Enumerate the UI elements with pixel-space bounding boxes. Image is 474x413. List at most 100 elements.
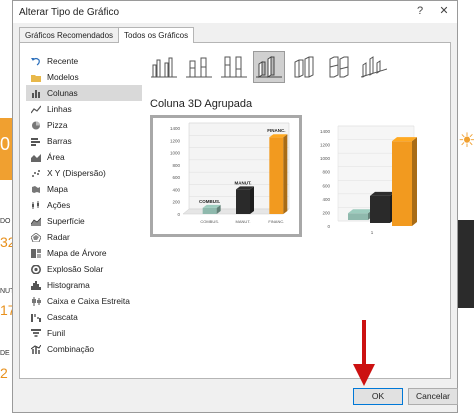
map-chart-icon <box>30 184 41 194</box>
background-tag: DO <box>0 218 11 225</box>
chart-type-label: Barras <box>47 136 72 146</box>
tab-all-charts[interactable]: Todos os Gráficos <box>118 27 195 43</box>
chart-type-item-combinacao[interactable]: Combinação <box>26 341 142 357</box>
background-digit: 0 <box>0 134 11 154</box>
subtype-stacked-column[interactable] <box>183 51 215 83</box>
bar-side <box>412 137 417 226</box>
chart-type-item-radar[interactable]: Radar <box>26 229 142 245</box>
chart-type-label: X Y (Dispersão) <box>47 168 106 178</box>
bar <box>370 195 390 223</box>
sun-icon: ☀ <box>458 130 474 152</box>
chart-type-item-linhas[interactable]: Linhas <box>26 101 142 117</box>
chart-type-item-recente[interactable]: Recente <box>26 53 142 69</box>
y-tick-label: 1400 <box>170 126 181 131</box>
chart-type-item-colunas[interactable]: Colunas <box>26 85 142 101</box>
y-tick-label: 600 <box>172 175 180 180</box>
chart-type-item-mapa-de-arvore[interactable]: Mapa de Árvore <box>26 245 142 261</box>
y-tick-label: 200 <box>172 200 180 205</box>
y-tick-label: 1200 <box>170 138 181 143</box>
3d-full-stacked-column-icon <box>329 56 349 78</box>
bar <box>269 137 284 214</box>
chart-type-item-dispersao[interactable]: X Y (Dispersão) <box>26 165 142 181</box>
y-tick-label: 400 <box>322 197 330 202</box>
x-tick-label: MANUT. <box>236 219 251 224</box>
bar-side <box>283 134 288 214</box>
chart-type-label: Explosão Solar <box>47 264 104 274</box>
folder-icon <box>30 72 41 82</box>
subtype-3d-stacked-column[interactable] <box>288 51 320 83</box>
tab-recommended-charts[interactable]: Gráficos Recomendados <box>19 27 120 43</box>
surface-chart-icon <box>30 216 41 226</box>
chart-type-label: Recente <box>47 56 79 66</box>
bar-chart-icon <box>30 136 41 146</box>
boxwhisker-icon <box>30 296 41 306</box>
y-tick-label: 600 <box>322 183 330 188</box>
chart-type-label: Funil <box>47 328 66 338</box>
close-icon[interactable]: ✕ <box>437 4 451 18</box>
y-tick-label: 0 <box>177 212 180 217</box>
bar <box>392 141 412 226</box>
chart-type-item-modelos[interactable]: Modelos <box>26 69 142 85</box>
y-tick-label: 400 <box>172 187 180 192</box>
3d-stacked-column-icon <box>294 56 314 78</box>
ok-button[interactable]: OK <box>353 388 403 405</box>
chart-type-label: Combinação <box>47 344 95 354</box>
y-tick-label: 0 <box>327 224 330 229</box>
dialog-title: Alterar Tipo de Gráfico <box>19 6 120 18</box>
subtype-3d-clustered-column[interactable] <box>253 51 285 83</box>
chart-type-item-caixa[interactable]: Caixa e Caixa Estreita <box>26 293 142 309</box>
subtype-3d-100-stacked-column[interactable] <box>323 51 355 83</box>
full-stacked-column-icon <box>221 56 247 78</box>
background-sheet-right <box>458 0 474 413</box>
chart-type-item-superficie[interactable]: Superfície <box>26 213 142 229</box>
chart-type-item-mapa[interactable]: Mapa <box>26 181 142 197</box>
chart-type-item-area[interactable]: Área <box>26 149 142 165</box>
chart-type-label: Modelos <box>47 72 79 82</box>
y-tick-label: 1000 <box>170 151 181 156</box>
chart-type-label: Cascata <box>47 312 78 322</box>
chart-type-item-funil[interactable]: Funil <box>26 325 142 341</box>
chart-type-label: Mapa <box>47 184 68 194</box>
treemap-icon <box>30 248 41 258</box>
chart-subtype-row <box>148 51 390 83</box>
y-tick-label: 1400 <box>320 129 331 134</box>
chart-type-label: Área <box>47 152 65 162</box>
sunburst-icon <box>30 264 41 274</box>
stock-chart-icon <box>30 200 41 210</box>
help-icon[interactable]: ? <box>413 4 427 18</box>
pie-chart-icon <box>30 120 41 130</box>
chart-type-label: Colunas <box>47 88 78 98</box>
chart-type-item-cascata[interactable]: Cascata <box>26 309 142 325</box>
chart-type-item-acoes[interactable]: Ações <box>26 197 142 213</box>
y-tick-label: 1200 <box>320 143 331 148</box>
bar <box>202 207 217 214</box>
chart-type-list: Recente Modelos Colunas Linhas Pizza Bar… <box>26 53 142 357</box>
chart-preview-svg: 1400 1200 1000 800 600 400 200 0 COMBUS. COMBUS. M… <box>170 122 290 224</box>
cancel-button[interactable]: Cancelar <box>408 388 458 405</box>
chart-preview-selected[interactable]: 1400 1200 1000 800 600 400 200 0 COMBUS. COMBUS. M… <box>150 115 302 237</box>
bar <box>236 189 250 214</box>
chart-type-item-explosao-solar[interactable]: Explosão Solar <box>26 261 142 277</box>
chart-type-item-barras[interactable]: Barras <box>26 133 142 149</box>
title-bar: Alterar Tipo de Gráfico ? ✕ <box>13 1 457 23</box>
subtype-100-stacked-column[interactable] <box>218 51 250 83</box>
chart-type-label: Radar <box>47 232 70 242</box>
chart-type-label: Pizza <box>47 120 68 130</box>
background-digit: 2 <box>0 365 8 381</box>
chart-type-item-pizza[interactable]: Pizza <box>26 117 142 133</box>
y-tick-label: 1000 <box>320 156 331 161</box>
histogram-icon <box>30 280 41 290</box>
chart-type-item-histograma[interactable]: Histograma <box>26 277 142 293</box>
chart-preview-alternate[interactable]: 1400 1200 1000 800 600 400 200 0 1 <box>310 121 420 236</box>
chart-type-label: Superfície <box>47 216 85 226</box>
all-charts-panel: Recente Modelos Colunas Linhas Pizza Bar… <box>19 42 451 379</box>
subtype-clustered-column[interactable] <box>148 51 180 83</box>
stacked-column-icon <box>186 57 212 78</box>
red-arrow-annotation <box>353 320 375 386</box>
data-label: COMBUS. <box>199 199 220 204</box>
y-tick-label: 800 <box>172 163 180 168</box>
undo-icon <box>30 56 41 66</box>
subtype-3d-column[interactable] <box>358 51 390 83</box>
chart-type-label: Linhas <box>47 104 72 114</box>
funnel-icon <box>30 328 41 338</box>
